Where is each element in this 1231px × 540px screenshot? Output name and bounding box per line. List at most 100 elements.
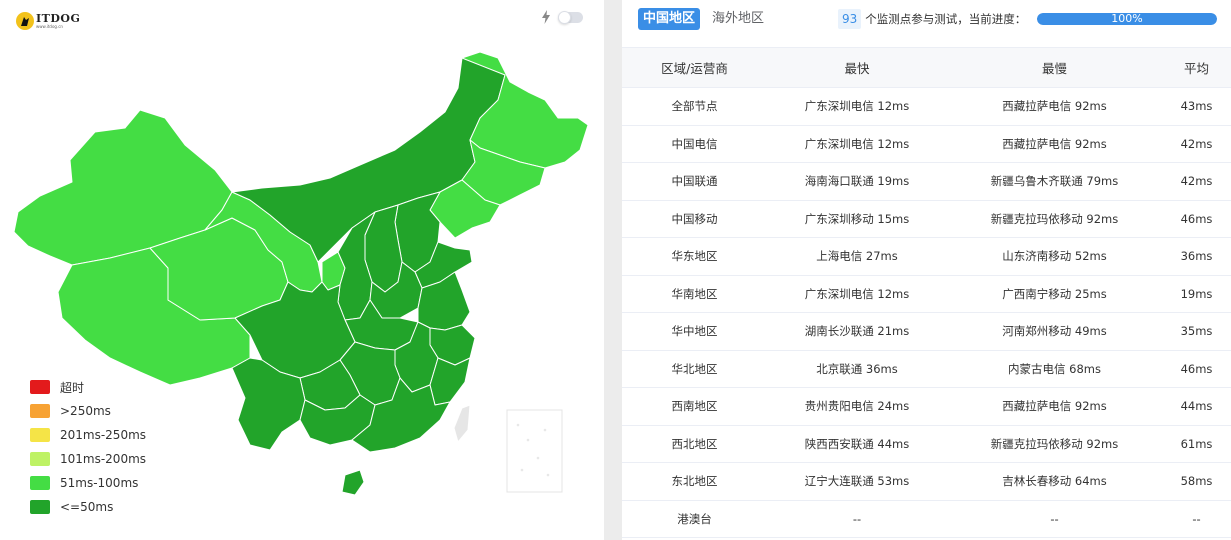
cell-average: 44ms: [1162, 387, 1231, 426]
cell-region: 华中地区: [622, 312, 767, 351]
south-china-sea-inset: [506, 409, 563, 493]
table-row: 中国电信 广东深圳电信 12ms 西藏拉萨电信 92ms 42ms: [622, 125, 1231, 163]
cell-slowest: --: [947, 500, 1162, 538]
table-row: 西北地区 陕西西安联通 44ms 新疆克拉玛依移动 92ms 61ms: [622, 425, 1231, 463]
legend-item: 51ms-100ms: [30, 471, 146, 495]
cell-fastest: 广东深圳电信 12ms: [767, 275, 947, 313]
cell-fastest: 贵州贵阳电信 24ms: [767, 387, 947, 426]
progress-label: 100%: [1111, 13, 1143, 25]
header-slowest[interactable]: 最慢: [947, 47, 1162, 88]
results-panel: 中国地区 海外地区 93 个监测点参与测试，当前进度： 100% 区域/运营商 …: [622, 0, 1231, 540]
legend-swatch: [30, 380, 50, 394]
tab-china[interactable]: 中国地区: [638, 8, 701, 30]
table-row: 华南地区 广东深圳电信 12ms 广西南宁移动 25ms 19ms: [622, 275, 1231, 313]
table-row: 华北地区 北京联通 36ms 内蒙古电信 68ms 46ms: [622, 350, 1231, 388]
cell-slowest: 西藏拉萨电信 92ms: [947, 125, 1162, 163]
header-fastest[interactable]: 最快: [767, 47, 947, 88]
legend-label: 201ms-250ms: [60, 428, 147, 442]
cell-fastest: 辽宁大连联通 53ms: [767, 462, 947, 501]
cell-average: 61ms: [1162, 425, 1231, 463]
tab-overseas[interactable]: 海外地区: [707, 8, 769, 30]
legend-item: 超时: [30, 375, 146, 399]
cell-fastest: 广东深圳移动 15ms: [767, 200, 947, 238]
table-body: 全部节点 广东深圳电信 12ms 西藏拉萨电信 92ms 43ms 中国电信 广东深圳电信…: [622, 87, 1231, 538]
cell-average: 43ms: [1162, 87, 1231, 126]
legend-swatch: [30, 452, 50, 466]
cell-slowest: 内蒙古电信 68ms: [947, 350, 1162, 388]
south-china-sea-islands: [516, 423, 550, 477]
cell-average: 46ms: [1162, 350, 1231, 388]
map-region-fujian[interactable]: [429, 357, 471, 406]
cell-region: 华北地区: [622, 350, 767, 388]
cell-fastest: 广东深圳电信 12ms: [767, 125, 947, 163]
cell-slowest: 河南郑州移动 49ms: [947, 312, 1162, 351]
legend-swatch: [30, 404, 50, 418]
cell-average: 42ms: [1162, 162, 1231, 201]
cell-average: 46ms: [1162, 200, 1231, 238]
header-average[interactable]: 平均: [1162, 47, 1231, 88]
legend-label: 51ms-100ms: [60, 476, 139, 490]
map-region-hainan[interactable]: [341, 469, 365, 496]
latency-table: 区域/运营商 最快 最慢 平均 全部节点 广东深圳电信 12ms 西藏拉萨电信 92…: [622, 47, 1231, 538]
cell-region: 中国电信: [622, 125, 767, 163]
table-row: 华中地区 湖南长沙联通 21ms 河南郑州移动 49ms 35ms: [622, 312, 1231, 351]
cell-fastest: 海南海口联通 19ms: [767, 162, 947, 201]
cell-slowest: 广西南宁移动 25ms: [947, 275, 1162, 313]
legend-item: <=50ms: [30, 495, 146, 519]
table-row: 中国联通 海南海口联通 19ms 新疆乌鲁木齐联通 79ms 42ms: [622, 162, 1231, 201]
cell-slowest: 吉林长春移动 64ms: [947, 462, 1162, 501]
map-region-taiwan: [453, 404, 471, 443]
cell-region: 华东地区: [622, 237, 767, 276]
cell-region: 西南地区: [622, 387, 767, 426]
cell-region: 东北地区: [622, 462, 767, 501]
cell-region: 中国移动: [622, 200, 767, 238]
legend-swatch: [30, 476, 50, 490]
legend-swatch: [30, 500, 50, 514]
legend-item: 101ms-200ms: [30, 447, 146, 471]
header-region[interactable]: 区域/运营商: [622, 47, 767, 88]
cell-slowest: 西藏拉萨电信 92ms: [947, 87, 1162, 126]
cell-slowest: 山东济南移动 52ms: [947, 237, 1162, 276]
cell-region: 中国联通: [622, 162, 767, 201]
table-row: 东北地区 辽宁大连联通 53ms 吉林长春移动 64ms 58ms: [622, 462, 1231, 501]
cell-fastest: --: [767, 500, 947, 538]
legend-item: 201ms-250ms: [30, 423, 146, 447]
cell-region: 全部节点: [622, 87, 767, 126]
legend-swatch: [30, 428, 50, 442]
cell-fastest: 湖南长沙联通 21ms: [767, 312, 947, 351]
cell-region: 港澳台: [622, 500, 767, 538]
map-panel: ITDOG www.itdog.cn 超时 >250ms 201ms-250ms…: [0, 0, 604, 540]
cell-average: 35ms: [1162, 312, 1231, 351]
table-header-row: 区域/运营商 最快 最慢 平均: [622, 47, 1231, 88]
monitor-status: 93 个监测点参与测试，当前进度：: [838, 9, 1026, 29]
cell-region: 华南地区: [622, 275, 767, 313]
cell-slowest: 西藏拉萨电信 92ms: [947, 387, 1162, 426]
table-row: 西南地区 贵州贵阳电信 24ms 西藏拉萨电信 92ms 44ms: [622, 387, 1231, 426]
test-progress-bar: 100%: [1037, 13, 1217, 25]
legend-label: >250ms: [60, 404, 111, 418]
legend-label: <=50ms: [60, 500, 114, 514]
cell-average: 42ms: [1162, 125, 1231, 163]
cell-average: --: [1162, 500, 1231, 538]
cell-region: 西北地区: [622, 425, 767, 463]
monitor-count-badge: 93: [838, 9, 862, 29]
cell-average: 58ms: [1162, 462, 1231, 501]
latency-legend: 超时 >250ms 201ms-250ms 101ms-200ms 51ms-1…: [30, 375, 146, 519]
cell-slowest: 新疆乌鲁木齐联通 79ms: [947, 162, 1162, 201]
cell-average: 19ms: [1162, 275, 1231, 313]
region-tabs: 中国地区 海外地区: [638, 8, 769, 30]
table-row: 港澳台 -- -- --: [622, 500, 1231, 538]
cell-fastest: 陕西西安联通 44ms: [767, 425, 947, 463]
cell-slowest: 新疆克拉玛依移动 92ms: [947, 425, 1162, 463]
cell-fastest: 北京联通 36ms: [767, 350, 947, 388]
cell-fastest: 上海电信 27ms: [767, 237, 947, 276]
table-row: 全部节点 广东深圳电信 12ms 西藏拉萨电信 92ms 43ms: [622, 87, 1231, 126]
cell-fastest: 广东深圳电信 12ms: [767, 87, 947, 126]
cell-slowest: 新疆克拉玛依移动 92ms: [947, 200, 1162, 238]
legend-item: >250ms: [30, 399, 146, 423]
panel-divider: [604, 0, 622, 540]
monitor-status-text: 个监测点参与测试，当前进度：: [865, 12, 1027, 26]
cell-average: 36ms: [1162, 237, 1231, 276]
table-row: 华东地区 上海电信 27ms 山东济南移动 52ms 36ms: [622, 237, 1231, 276]
legend-label: 超时: [60, 380, 85, 395]
